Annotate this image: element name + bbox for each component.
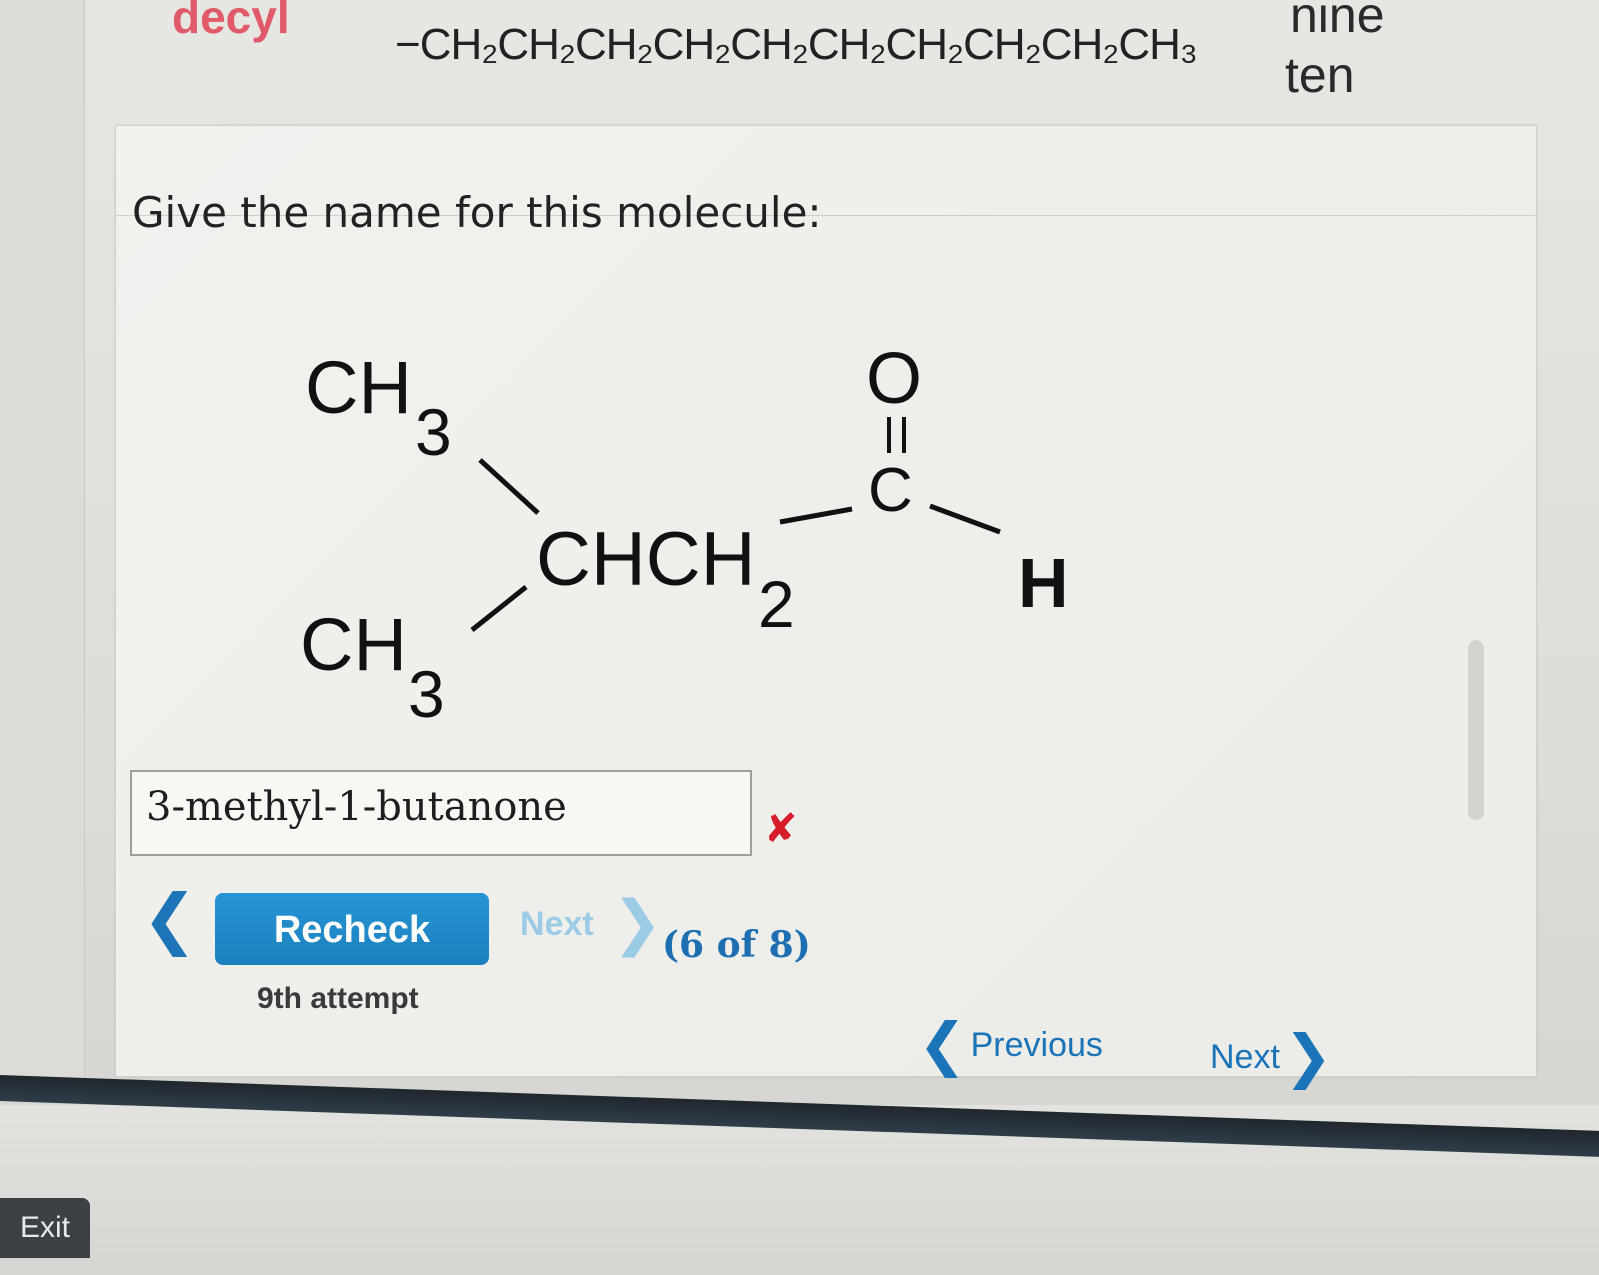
recheck-button[interactable]: Recheck: [215, 893, 489, 965]
alkyl-formula: −CH₂CH₂CH₂CH₂CH₂CH₂CH₂CH₂CH₂CH₃: [395, 20, 1198, 69]
upper-methyl-subscript: 3: [415, 395, 452, 469]
exit-button[interactable]: Exit: [0, 1198, 90, 1258]
next-page-button[interactable]: Next❯: [1210, 1022, 1333, 1090]
next-chevron-icon[interactable]: ❯: [612, 888, 662, 958]
answer-input[interactable]: 3-methyl-1-butanone: [130, 770, 752, 856]
carbonyl-carbon-label: C: [868, 456, 913, 525]
question-position: (6 of 8): [662, 924, 811, 966]
next-page-label: Next: [1210, 1038, 1280, 1076]
aldehyde-hydrogen-label: H: [1018, 544, 1069, 622]
next-page-chevron-icon: ❯: [1283, 1022, 1333, 1090]
incorrect-x-icon: ✘: [764, 806, 798, 852]
lower-methyl-label: CH: [300, 603, 407, 686]
carbon-count-word: ten: [1285, 47, 1355, 103]
previous-page-chevron-icon: ❮: [918, 1010, 967, 1078]
scrollbar-thumb[interactable]: [1468, 640, 1484, 820]
upper-methyl-label: CH: [305, 346, 412, 429]
bond-carbonyl-hydrogen: [929, 503, 1001, 535]
bond-upper-methyl: [478, 458, 540, 515]
carbon-count-word-above: nine: [1290, 0, 1385, 43]
carbonyl-oxygen-label: O: [866, 339, 922, 419]
attempt-counter: 9th attempt: [257, 982, 419, 1015]
chain-subscript: 2: [758, 567, 795, 641]
chain-label: CHCH: [536, 517, 756, 602]
bond-lower-methyl: [470, 585, 528, 632]
question-prompt: Give the name for this molecule:: [132, 188, 822, 237]
molecule-structure: CH 3 CH 3 CHCH 2 C O H: [300, 339, 1069, 731]
alkyl-name: decyl: [172, 0, 290, 43]
alkyl-reference-row: decyl −CH₂CH₂CH₂CH₂CH₂CH₂CH₂CH₂CH₂CH₃ ni…: [160, 0, 1420, 110]
left-margin-panel: [0, 0, 85, 1085]
previous-page-label: Previous: [970, 1026, 1103, 1064]
lower-methyl-subscript: 3: [408, 657, 445, 731]
previous-page-button[interactable]: ❮ Previous: [918, 1010, 1103, 1078]
next-question-link[interactable]: Next: [520, 905, 594, 944]
bond-chain-carbonyl: [779, 506, 853, 525]
previous-chevron-icon[interactable]: ❮: [142, 880, 197, 957]
